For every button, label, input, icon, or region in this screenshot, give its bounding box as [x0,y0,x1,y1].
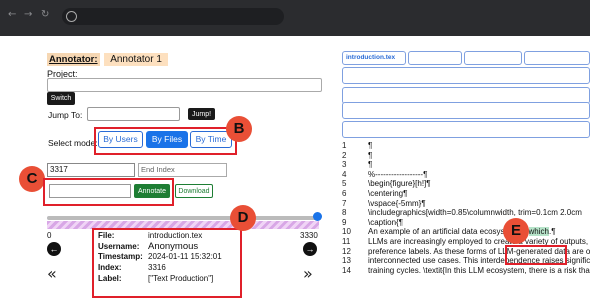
callout-d: D [230,205,256,231]
code-line[interactable]: 14 training cycles. \textit{In this LLM e… [342,266,590,276]
slider-thumb[interactable] [312,212,322,221]
line-text: ¶ [368,141,373,150]
editor-tab-row[interactable] [342,121,590,138]
code-line[interactable]: 7 \vspace{-5mm}¶ [342,199,590,209]
line-text: .¶ [548,227,556,237]
line-number: 9 [342,217,347,227]
line-text: \begin{figure}[h!]¶ [368,179,431,189]
slider-fill [47,216,318,220]
site-info-icon[interactable] [66,11,77,22]
line-text: ¶ [368,160,373,170]
start-index-input[interactable]: 3317 [47,163,135,177]
line-number: 10 [342,227,351,237]
line-number: 3 [342,160,347,170]
browser-toolbar: ← → ↻ [0,0,590,36]
code-line[interactable]: 5 \begin{figure}[h!]¶ [342,179,590,189]
select-mode-label: Select mode: [48,138,98,148]
by-time-button[interactable]: By Time [190,131,232,148]
info-timestamp: Timestamp: 2024-01-11 15:32:01 [98,252,222,261]
editor-tab[interactable] [408,51,462,65]
code-line[interactable]: 1 ¶ [342,141,590,151]
slider-min-label: 0 [47,231,52,240]
info-label: Label: ["Text Production"] [98,274,214,283]
index-slider[interactable] [47,212,322,221]
download-button[interactable]: Download [175,184,213,198]
callout-b: B [226,116,252,142]
info-index: Index: 3316 [98,263,166,272]
line-text: \caption{¶ [368,217,403,227]
jump-button[interactable]: Jump! [188,108,215,120]
info-username: Username: Anonymous [98,241,199,252]
code-line[interactable]: 6 \centering¶ [342,189,590,199]
line-number: 12 [342,246,351,256]
callout-e: E [503,218,529,244]
end-index-input[interactable]: End Index [138,163,227,177]
address-bar[interactable] [62,8,284,25]
annotator-name: Annotator 1 [104,53,168,66]
by-users-button[interactable]: By Users [98,131,143,148]
line-text: ¶ [368,150,373,160]
by-files-button[interactable]: By Files [146,131,188,148]
line-number: 4 [342,169,347,179]
jump-to-label: Jump To: [48,110,83,120]
line-text: %------------------¶ [368,169,428,179]
code-line[interactable]: 2 ¶ [342,151,590,161]
line-number: 7 [342,198,347,208]
prev-arrow-icon[interactable]: ← [47,242,61,256]
code-line[interactable]: 9 \caption{¶ [342,218,590,228]
annotate-button[interactable]: Annotate [134,184,170,198]
code-line[interactable]: 3 ¶ [342,160,590,170]
line-number: 2 [342,150,347,160]
last-arrow-icon[interactable]: » [303,264,313,283]
jump-to-input[interactable] [87,107,180,121]
highlighted-word: which [528,227,549,237]
forward-icon[interactable]: → [24,9,32,20]
info-file: File: introduction.tex [98,231,203,240]
line-number: 13 [342,256,351,266]
code-line[interactable]: 10 An example of an artificial data ecosy… [342,227,590,237]
label-input[interactable] [49,184,131,198]
line-text: training cycles. \textit{In this LLM eco… [368,265,590,275]
tab-introduction-tex[interactable]: introduction.tex [342,51,406,65]
line-number: 11 [342,237,351,246]
code-line[interactable]: 8 \includegraphics[width=0.85\columnwidth… [342,208,590,218]
line-number: 5 [342,179,347,189]
editor-tab-row[interactable] [342,102,590,119]
line-number: 1 [342,141,347,150]
slider-max-label: 3330 [300,231,318,240]
editor-tab-row[interactable] [342,67,590,84]
project-input[interactable] [47,78,322,92]
line-text: \includegraphics[width=0.85\columnwidth,… [368,208,582,218]
callout-c: C [19,166,45,192]
editor-tab[interactable] [524,51,590,65]
line-text: \vspace{-5mm}¶ [368,198,426,208]
editor-tab[interactable] [464,51,522,65]
line-number: 6 [342,189,347,198]
line-text: \centering¶ [368,189,408,198]
code-line[interactable]: 4 %------------------¶ [342,170,590,180]
which-highlight-box [505,245,567,265]
line-number: 8 [342,208,347,218]
back-icon[interactable]: ← [8,9,16,20]
reload-icon[interactable]: ↻ [41,9,49,20]
line-number: 14 [342,265,351,275]
annotator-row: Annotator: Annotator 1 [47,53,168,66]
annotator-label: Annotator: [47,53,100,66]
next-arrow-icon[interactable]: → [303,242,317,256]
switch-button[interactable]: Switch [47,92,75,105]
first-arrow-icon[interactable]: « [47,264,57,283]
